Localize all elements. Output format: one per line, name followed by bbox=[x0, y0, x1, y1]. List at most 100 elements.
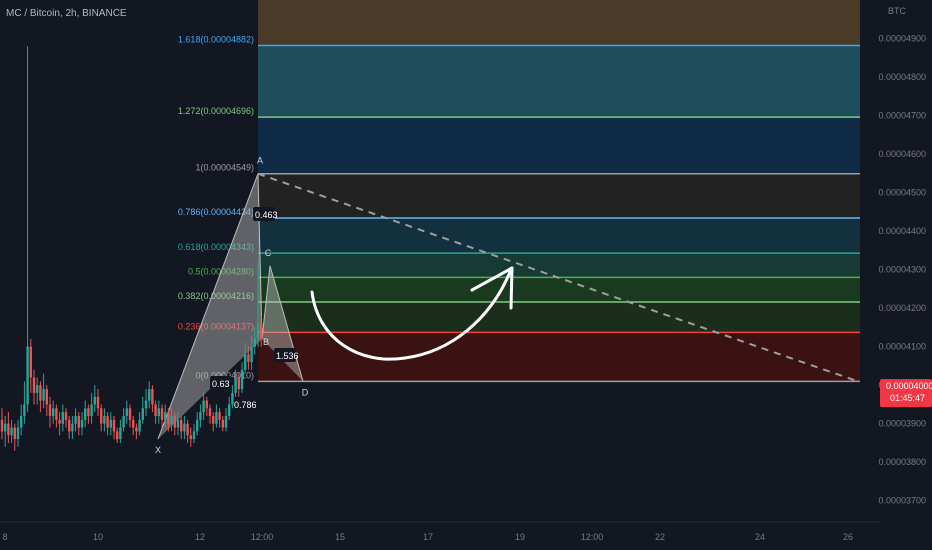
candle-body bbox=[48, 404, 52, 416]
fib-band-0.236 bbox=[258, 332, 860, 382]
price-axis[interactable]: BTC 0.00004900 0.00004800 0.00004700 0.0000… bbox=[878, 6, 926, 506]
price-tick: 0.00003700 bbox=[878, 496, 926, 506]
candle-body bbox=[93, 396, 96, 405]
candle-body bbox=[122, 416, 125, 428]
candle bbox=[103, 408, 106, 432]
candle bbox=[55, 404, 58, 428]
candle-body bbox=[148, 389, 151, 401]
candle-body bbox=[205, 400, 208, 409]
candle-body bbox=[26, 346, 29, 405]
candle-body bbox=[135, 427, 138, 432]
candle-body bbox=[32, 377, 36, 393]
candle-body bbox=[176, 419, 180, 428]
candle bbox=[13, 423, 16, 451]
point-label-B: B bbox=[263, 337, 269, 347]
candle-body bbox=[167, 412, 170, 424]
candle-body bbox=[199, 412, 202, 420]
candle-body bbox=[208, 408, 212, 416]
candle bbox=[7, 412, 10, 443]
candle-body bbox=[141, 408, 144, 420]
price-axis-unit: BTC bbox=[888, 6, 907, 16]
candle-body bbox=[231, 392, 234, 405]
candle bbox=[96, 389, 100, 416]
candle bbox=[116, 427, 119, 443]
time-tick: 22 bbox=[655, 532, 665, 542]
candle-body bbox=[186, 423, 189, 436]
candle-body bbox=[144, 400, 148, 409]
candle bbox=[240, 362, 244, 393]
candle-body bbox=[192, 431, 196, 440]
candle bbox=[93, 385, 96, 413]
current-price-value: 0.00004000 bbox=[886, 381, 932, 391]
time-tick: 8 bbox=[2, 532, 7, 542]
candle bbox=[39, 381, 42, 413]
candle-body bbox=[202, 400, 205, 413]
candle-body bbox=[138, 419, 141, 432]
candle bbox=[202, 392, 205, 420]
price-tick: 0.00004600 bbox=[878, 149, 926, 159]
time-tick: 15 bbox=[335, 532, 345, 542]
candle-body bbox=[125, 408, 128, 416]
candle bbox=[141, 396, 144, 424]
candle-body bbox=[74, 416, 77, 424]
time-tick: 10 bbox=[93, 532, 103, 542]
fib-band-1.272 bbox=[258, 117, 860, 174]
candle bbox=[148, 381, 151, 409]
candle bbox=[10, 419, 13, 443]
candle-body bbox=[180, 419, 183, 432]
candle bbox=[112, 416, 116, 440]
candle-body bbox=[61, 412, 64, 424]
candle bbox=[90, 392, 93, 424]
time-axis[interactable]: 8 10 12 12:00 15 17 19 12:00 22 24 26 bbox=[0, 521, 880, 542]
candle bbox=[61, 404, 64, 432]
candle bbox=[224, 408, 228, 432]
candle-body bbox=[77, 416, 80, 428]
candle-body bbox=[45, 389, 48, 405]
candle bbox=[205, 396, 208, 416]
fib-band-1.618 bbox=[258, 45, 860, 118]
candle bbox=[64, 408, 68, 428]
time-tick: 12 bbox=[195, 532, 205, 542]
candle bbox=[208, 404, 212, 424]
candle bbox=[106, 412, 109, 436]
candle-body bbox=[154, 404, 157, 416]
candle-body bbox=[90, 404, 93, 416]
candle-body bbox=[170, 416, 173, 424]
price-tick: 0.00004300 bbox=[878, 265, 926, 275]
candle-body bbox=[0, 419, 4, 432]
candle bbox=[74, 408, 77, 432]
harmonic-ratio: 0.463 bbox=[253, 207, 278, 221]
candle bbox=[77, 412, 80, 436]
candle bbox=[157, 400, 160, 424]
candle bbox=[80, 412, 84, 436]
candle-body bbox=[196, 419, 199, 432]
candle-body bbox=[100, 408, 103, 424]
candle bbox=[48, 396, 52, 428]
point-label-D: D bbox=[302, 387, 309, 397]
point-label-A: A bbox=[257, 156, 263, 166]
price-tick: 0.00004400 bbox=[878, 226, 926, 236]
candle-body bbox=[234, 377, 237, 393]
candle bbox=[221, 416, 224, 432]
candle bbox=[0, 408, 4, 440]
price-tick: 0.00003800 bbox=[878, 457, 926, 467]
candle-body bbox=[250, 346, 253, 363]
price-tick: 0.00004100 bbox=[878, 342, 926, 352]
candle bbox=[196, 412, 199, 436]
candle-body bbox=[68, 419, 71, 432]
candle bbox=[16, 419, 20, 447]
harmonic-ratio: 1.536 bbox=[274, 348, 299, 362]
candle bbox=[52, 400, 55, 424]
price-chart[interactable]: 1.618(0.00004882) 1.272(0.00004696) 1(0.00… bbox=[0, 0, 932, 550]
candle-body bbox=[128, 408, 132, 420]
candle-body bbox=[218, 412, 221, 420]
candle-countdown: 01:45:47 bbox=[890, 393, 925, 403]
candle bbox=[26, 46, 29, 413]
fib-label-1.618: 1.618(0.00004882) bbox=[178, 34, 254, 44]
candle bbox=[42, 373, 45, 409]
fib-band-0.786 bbox=[258, 218, 860, 254]
price-tick: 0.00004900 bbox=[878, 34, 926, 44]
candle-body bbox=[52, 408, 55, 416]
candle-body bbox=[164, 412, 167, 420]
candle bbox=[189, 427, 192, 447]
